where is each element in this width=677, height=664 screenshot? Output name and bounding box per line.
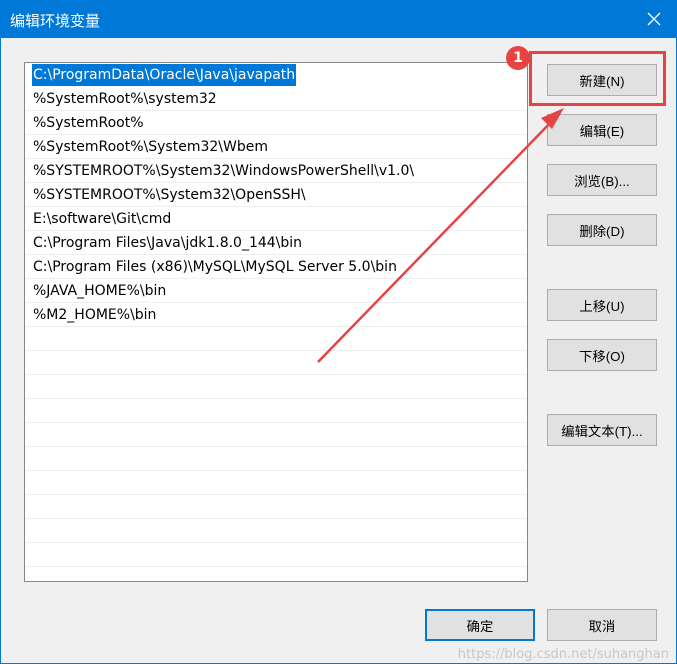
list-item-text — [32, 543, 34, 565]
list-item-text: %SYSTEMROOT%\System32\WindowsPowerShell\… — [33, 163, 415, 179]
list-item[interactable] — [25, 447, 527, 471]
edit-text-button[interactable]: 编辑文本(T)... — [547, 414, 657, 446]
list-item[interactable]: %SYSTEMROOT%\System32\WindowsPowerShell\… — [25, 159, 527, 183]
move-down-button[interactable]: 下移(O) — [547, 339, 657, 371]
list-item[interactable]: %JAVA_HOME%\bin — [25, 279, 527, 303]
list-item-text — [32, 519, 34, 541]
list-item[interactable] — [25, 543, 527, 567]
title-bar: 编辑环境变量 — [0, 0, 677, 38]
list-item-text: E:\software\Git\cmd — [33, 211, 172, 227]
delete-button[interactable]: 删除(D) — [547, 214, 657, 246]
list-item-text — [32, 375, 34, 397]
list-item-text: C:\ProgramData\Oracle\Java\javapath — [32, 64, 297, 86]
list-item[interactable]: C:\Program Files (x86)\MySQL\MySQL Serve… — [25, 255, 527, 279]
list-item-text: %JAVA_HOME%\bin — [33, 283, 167, 299]
list-item[interactable] — [25, 495, 527, 519]
list-item[interactable] — [25, 351, 527, 375]
cancel-button[interactable]: 取消 — [547, 609, 657, 641]
annotation-badge: 1 — [506, 46, 530, 70]
close-icon — [647, 12, 661, 26]
list-item-text — [32, 495, 34, 517]
list-item-text — [32, 471, 34, 493]
list-item-text — [32, 399, 34, 421]
list-item[interactable]: E:\software\Git\cmd — [25, 207, 527, 231]
list-item-text — [32, 351, 34, 373]
path-list[interactable]: C:\ProgramData\Oracle\Java\javapath %Syst… — [24, 62, 528, 582]
edit-button[interactable]: 编辑(E) — [547, 114, 657, 146]
list-item[interactable]: C:\ProgramData\Oracle\Java\javapath — [25, 63, 527, 87]
window-title: 编辑环境变量 — [10, 12, 101, 30]
new-button[interactable]: 新建(N) — [547, 64, 657, 96]
list-item-text — [32, 423, 34, 445]
list-item[interactable]: %M2_HOME%\bin — [25, 303, 527, 327]
list-item-text: %SystemRoot%\system32 — [33, 91, 217, 107]
list-item-text: %SystemRoot% — [33, 115, 144, 131]
list-item[interactable] — [25, 519, 527, 543]
list-item-text — [32, 327, 34, 349]
list-item[interactable] — [25, 399, 527, 423]
list-item[interactable]: %SystemRoot%\system32 — [25, 87, 527, 111]
list-item[interactable] — [25, 423, 527, 447]
watermark: https://blog.csdn.net/suhanghan — [457, 647, 669, 662]
move-up-button[interactable]: 上移(U) — [547, 289, 657, 321]
list-item-text: C:\Program Files\Java\jdk1.8.0_144\bin — [33, 235, 303, 251]
list-item[interactable] — [25, 375, 527, 399]
list-item-text: %M2_HOME%\bin — [33, 307, 157, 323]
list-item[interactable] — [25, 327, 527, 351]
list-item[interactable]: %SystemRoot% — [25, 111, 527, 135]
list-item-text: %SYSTEMROOT%\System32\OpenSSH\ — [33, 187, 306, 203]
list-item[interactable] — [25, 471, 527, 495]
ok-button[interactable]: 确定 — [425, 609, 535, 641]
close-button[interactable] — [631, 0, 677, 38]
list-item-text: %SystemRoot%\System32\Wbem — [33, 139, 268, 155]
list-item-text — [32, 447, 34, 469]
list-item[interactable]: %SYSTEMROOT%\System32\OpenSSH\ — [25, 183, 527, 207]
list-item-text: C:\Program Files (x86)\MySQL\MySQL Serve… — [33, 259, 397, 275]
browse-button[interactable]: 浏览(B)... — [547, 164, 657, 196]
list-item[interactable]: C:\Program Files\Java\jdk1.8.0_144\bin — [25, 231, 527, 255]
list-item[interactable]: %SystemRoot%\System32\Wbem — [25, 135, 527, 159]
